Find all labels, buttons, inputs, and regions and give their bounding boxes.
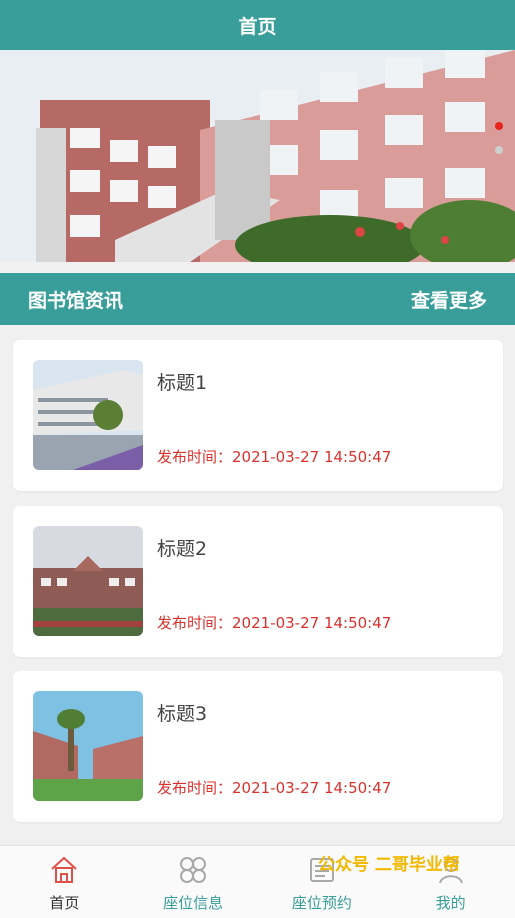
news-thumbnail-image bbox=[33, 360, 143, 470]
news-card[interactable]: 标题1 发布时间：2021-03-27 14:50:47 bbox=[13, 340, 503, 491]
banner-image bbox=[0, 50, 515, 262]
news-thumbnail bbox=[33, 360, 143, 470]
view-more-link[interactable]: 查看更多 bbox=[411, 286, 487, 313]
page-title: 首页 bbox=[238, 15, 277, 38]
news-card[interactable]: 标题2 发布时间：2021-03-27 14:50:47 bbox=[13, 506, 503, 657]
grid-icon bbox=[180, 857, 207, 883]
tab-label: 座位信息 bbox=[163, 894, 224, 912]
tab-label: 首页 bbox=[49, 894, 80, 912]
news-card[interactable]: 标题3 发布时间：2021-03-27 14:50:47 bbox=[13, 671, 503, 822]
tab-label: 我的 bbox=[435, 894, 466, 912]
news-thumbnail-image bbox=[33, 691, 143, 801]
app-header: 首页 bbox=[0, 0, 515, 50]
carousel-dot-active[interactable] bbox=[495, 122, 503, 130]
tab-label: 座位预约 bbox=[291, 894, 352, 912]
carousel-dot[interactable] bbox=[495, 146, 503, 154]
news-title: 标题3 bbox=[157, 703, 208, 725]
news-heading: 图书馆资讯 bbox=[28, 289, 124, 312]
news-thumbnail bbox=[33, 526, 143, 636]
news-section-header: 图书馆资讯 查看更多 bbox=[0, 273, 515, 325]
news-time: 发布时间：2021-03-27 14:50:47 bbox=[157, 448, 392, 466]
news-thumbnail-image bbox=[33, 526, 143, 636]
news-time: 发布时间：2021-03-27 14:50:47 bbox=[157, 779, 392, 797]
news-thumbnail bbox=[33, 691, 143, 801]
home-icon bbox=[51, 856, 78, 883]
news-title: 标题2 bbox=[157, 538, 208, 560]
watermark-text: 公众号 二哥毕业帮 bbox=[318, 855, 460, 875]
banner-carousel[interactable] bbox=[0, 50, 515, 262]
news-time: 发布时间：2021-03-27 14:50:47 bbox=[157, 614, 392, 632]
tab-seat-info[interactable]: 座位信息 bbox=[129, 846, 258, 918]
news-title: 标题1 bbox=[157, 372, 208, 394]
tab-home[interactable]: 首页 bbox=[0, 846, 129, 918]
carousel-indicator[interactable] bbox=[495, 122, 503, 154]
